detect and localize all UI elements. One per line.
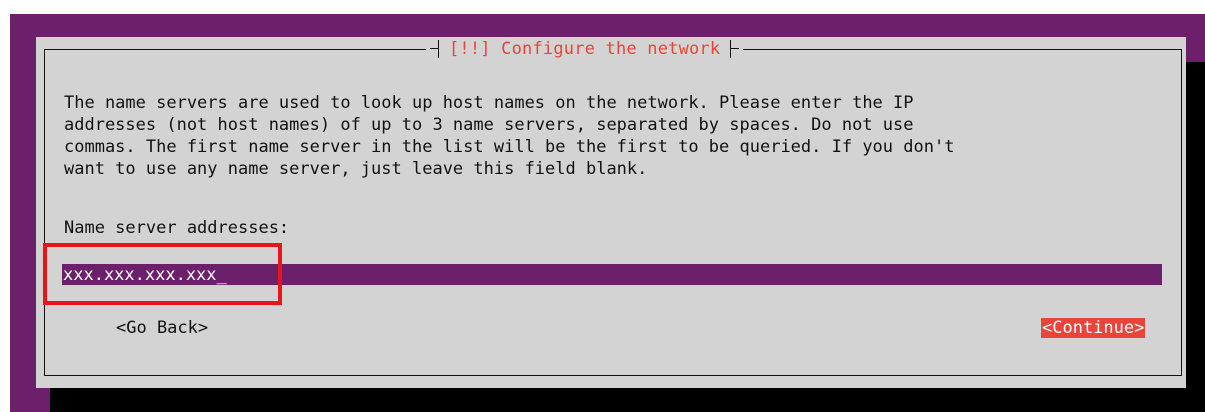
description-line: want to use any name server, just leave … (64, 159, 648, 179)
dialog-title-bar: [!!] Configure the network (426, 37, 744, 61)
go-back-button[interactable]: <Go Back> (116, 318, 208, 338)
name-server-label: Name server addresses: (64, 218, 290, 238)
description-line: addresses (not host names) of up to 3 na… (64, 115, 914, 135)
description-line: commas. The first name server in the lis… (64, 137, 955, 157)
title-left-bracket (430, 40, 439, 58)
dialog-description: The name servers are used to look up hos… (64, 92, 1164, 180)
annotation-highlight-box (43, 243, 282, 305)
dialog-title: [!!] Configure the network (449, 39, 721, 59)
continue-button[interactable]: <Continue> (1041, 318, 1146, 338)
description-line: The name servers are used to look up hos… (64, 93, 914, 113)
title-right-bracket (730, 40, 740, 58)
